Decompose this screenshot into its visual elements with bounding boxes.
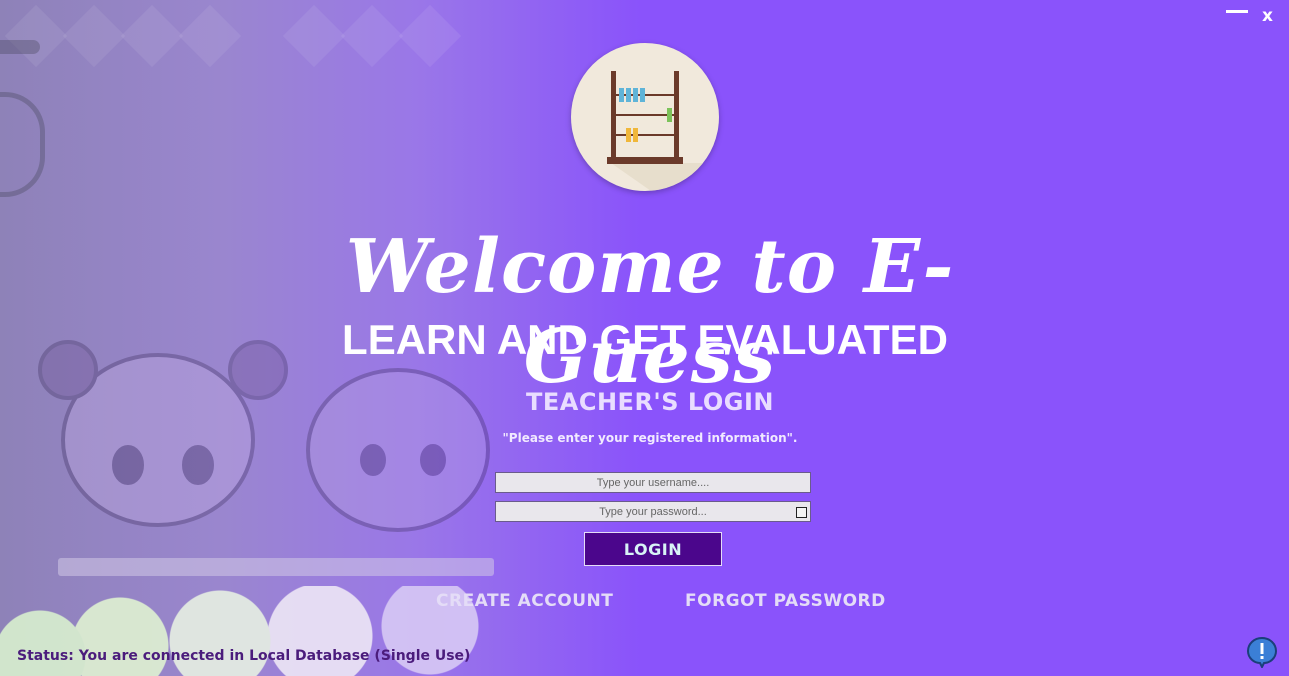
headphones-icon	[0, 92, 45, 197]
status-text: Status: You are connected in Local Datab…	[17, 648, 471, 664]
diamond-pattern	[398, 4, 462, 68]
login-heading: TEACHER'S LOGIN	[526, 388, 774, 416]
login-hint: "Please enter your registered informatio…	[502, 431, 798, 445]
minimize-icon[interactable]	[1226, 10, 1248, 13]
diamond-pattern	[178, 4, 242, 68]
create-account-link[interactable]: CREATE ACCOUNT	[436, 591, 613, 611]
exclamation-bubble-icon[interactable]	[1246, 636, 1278, 670]
diamond-pattern	[282, 4, 346, 68]
rocket-icon	[0, 40, 40, 54]
diamond-pattern	[340, 4, 404, 68]
show-password-checkbox[interactable]	[796, 507, 807, 518]
forgot-password-link[interactable]: FORGOT PASSWORD	[685, 591, 886, 611]
diamond-pattern	[62, 4, 126, 68]
desk-illustration	[58, 558, 494, 576]
app-subtitle: LEARN AND GET EVALUATED	[342, 316, 948, 363]
welcome-title: Welcome to E-Guess	[345, 224, 955, 400]
password-input[interactable]	[495, 501, 811, 522]
username-input[interactable]	[495, 472, 811, 493]
diamond-pattern	[4, 4, 68, 68]
login-button[interactable]: LOGIN	[584, 532, 722, 566]
close-button[interactable]: x	[1262, 6, 1273, 26]
diamond-pattern	[120, 4, 184, 68]
abacus-icon	[571, 43, 719, 191]
